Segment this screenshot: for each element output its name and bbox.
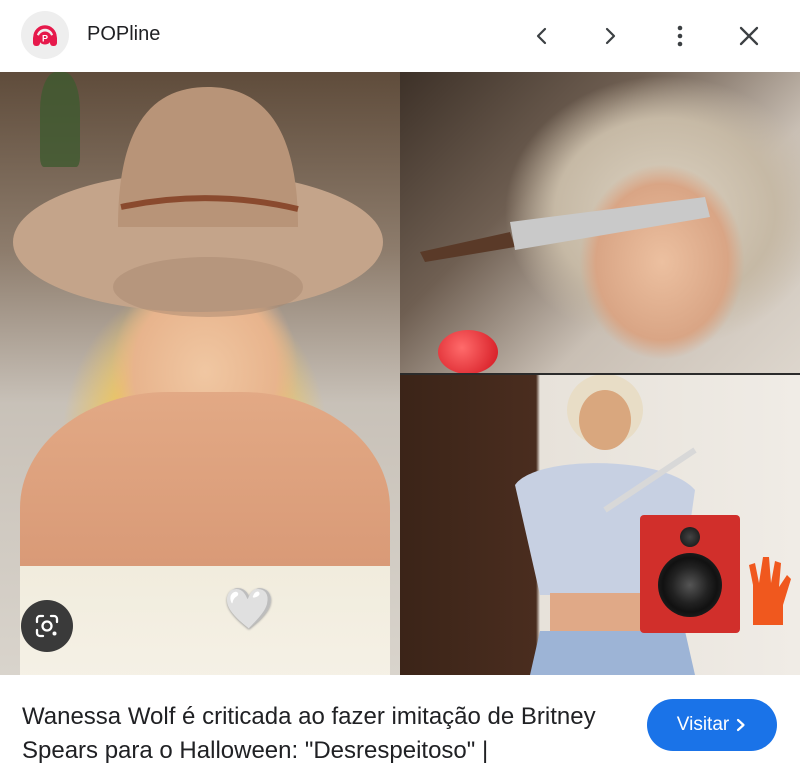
image-panel-bottom-right: [400, 375, 800, 675]
more-options-button[interactable]: [660, 16, 700, 56]
next-button[interactable]: [590, 16, 630, 56]
image-panel-left: 🤍: [0, 72, 400, 675]
chevron-right-icon: [737, 718, 745, 732]
figure-body: [20, 392, 390, 675]
hand-lamp-decoration: [749, 557, 791, 625]
image-panel-top-right: [400, 72, 800, 373]
hat-graphic: [13, 87, 383, 317]
white-heart-emoji: 🤍: [224, 587, 274, 631]
svg-text:P: P: [42, 34, 48, 44]
speaker-decoration: [640, 515, 740, 633]
preview-header: P POPline: [0, 0, 800, 72]
article-title[interactable]: Wanessa Wolf é criticada ao fazer imitaç…: [22, 700, 622, 768]
google-lens-button[interactable]: [21, 600, 73, 652]
site-logo[interactable]: P: [21, 11, 69, 59]
close-button[interactable]: [729, 16, 769, 56]
previous-button[interactable]: [522, 16, 562, 56]
popline-headphones-logo-icon: P: [33, 25, 57, 46]
preview-image[interactable]: 🤍: [0, 72, 800, 675]
red-ball: [438, 330, 498, 373]
more-vert-icon: [677, 25, 683, 47]
chevron-right-icon: [605, 27, 616, 45]
visit-button[interactable]: Visitar: [647, 699, 777, 751]
google-lens-icon: [35, 614, 59, 638]
speaker-tweeter: [680, 527, 700, 547]
knife-graphic: [420, 197, 710, 262]
site-name[interactable]: POPline: [87, 22, 160, 46]
speaker-cone: [658, 553, 722, 617]
chevron-left-icon: [536, 27, 547, 45]
visit-button-label: Visitar: [676, 714, 730, 735]
close-icon: [739, 26, 759, 46]
